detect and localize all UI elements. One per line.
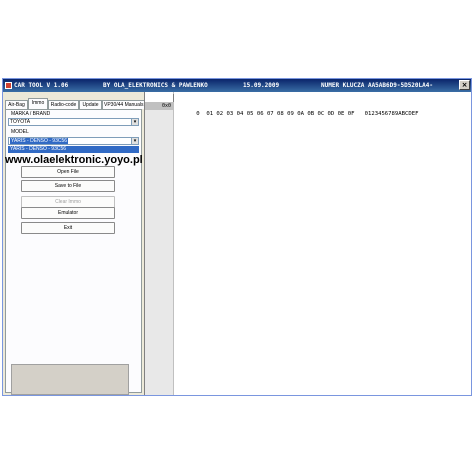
- title-key-number: NUMER KLUCZA AA5AB6D9-5D520LA4-: [321, 82, 433, 89]
- address-column: 0x0: [145, 102, 173, 395]
- chevron-down-icon[interactable]: ▾: [131, 119, 138, 125]
- hex-editor[interactable]: 0x0 0 01 02 03 04 05 06 07 08 09 0A 0B 0…: [144, 92, 471, 395]
- hex-column-header: 0 01 02 03 04 05 06 07 08 09 0A 0B 0C 0D…: [173, 94, 419, 126]
- model-select-value: YARIS - DENSO - 93C56: [10, 138, 69, 144]
- model-select[interactable]: YARIS - DENSO - 93C56 ▾: [8, 137, 139, 145]
- address-cell: 0x0: [145, 102, 173, 110]
- status-panel: [11, 364, 129, 395]
- tab-immo[interactable]: Immo: [28, 98, 48, 109]
- save-to-file-button[interactable]: Save to File: [21, 180, 115, 192]
- app-icon: [5, 82, 12, 89]
- brand-select[interactable]: TOYOTA ▾: [8, 118, 139, 126]
- hex-header-text: 0 01 02 03 04 05 06 07 08 09 0A 0B 0C 0D…: [196, 111, 419, 117]
- app-window: CAR TOOL V 1.06 BY OLA_ELEKTRONICS & PAW…: [2, 78, 472, 396]
- model-dropdown-option[interactable]: YARIS - DENSO - 93C56: [8, 146, 139, 153]
- left-pane: Air-Bag Immo Radio-code Update VP30/44 M…: [3, 92, 145, 395]
- title-app-name: CAR TOOL V 1.06: [14, 82, 69, 89]
- brand-label: MARKA / BRAND: [11, 111, 51, 117]
- tab-radio-code[interactable]: Radio-code: [48, 100, 79, 109]
- close-button[interactable]: ×: [459, 80, 470, 90]
- close-icon: ×: [461, 81, 468, 89]
- title-authors: BY OLA_ELEKTRONICS & PAWLENKO: [103, 82, 208, 89]
- header-marker: [173, 94, 176, 102]
- open-file-button[interactable]: Open File: [21, 166, 115, 178]
- column-divider: [173, 92, 174, 395]
- title-date: 15.09.2009: [243, 82, 280, 89]
- emulator-button[interactable]: Emulator: [21, 207, 115, 219]
- chevron-down-icon[interactable]: ▾: [131, 138, 138, 144]
- exit-button[interactable]: Exit: [21, 222, 115, 234]
- tab-vp30-44-manuals[interactable]: VP30/44 Manuals: [102, 100, 145, 109]
- model-label: MODEL: [11, 129, 29, 135]
- website-watermark: www.olaelektronic.yoyo.pl: [5, 154, 143, 166]
- title-bar[interactable]: CAR TOOL V 1.06 BY OLA_ELEKTRONICS & PAW…: [3, 79, 471, 92]
- tab-air-bag[interactable]: Air-Bag: [5, 100, 28, 109]
- brand-select-value: TOYOTA: [10, 119, 31, 125]
- tab-update[interactable]: Update: [79, 100, 102, 109]
